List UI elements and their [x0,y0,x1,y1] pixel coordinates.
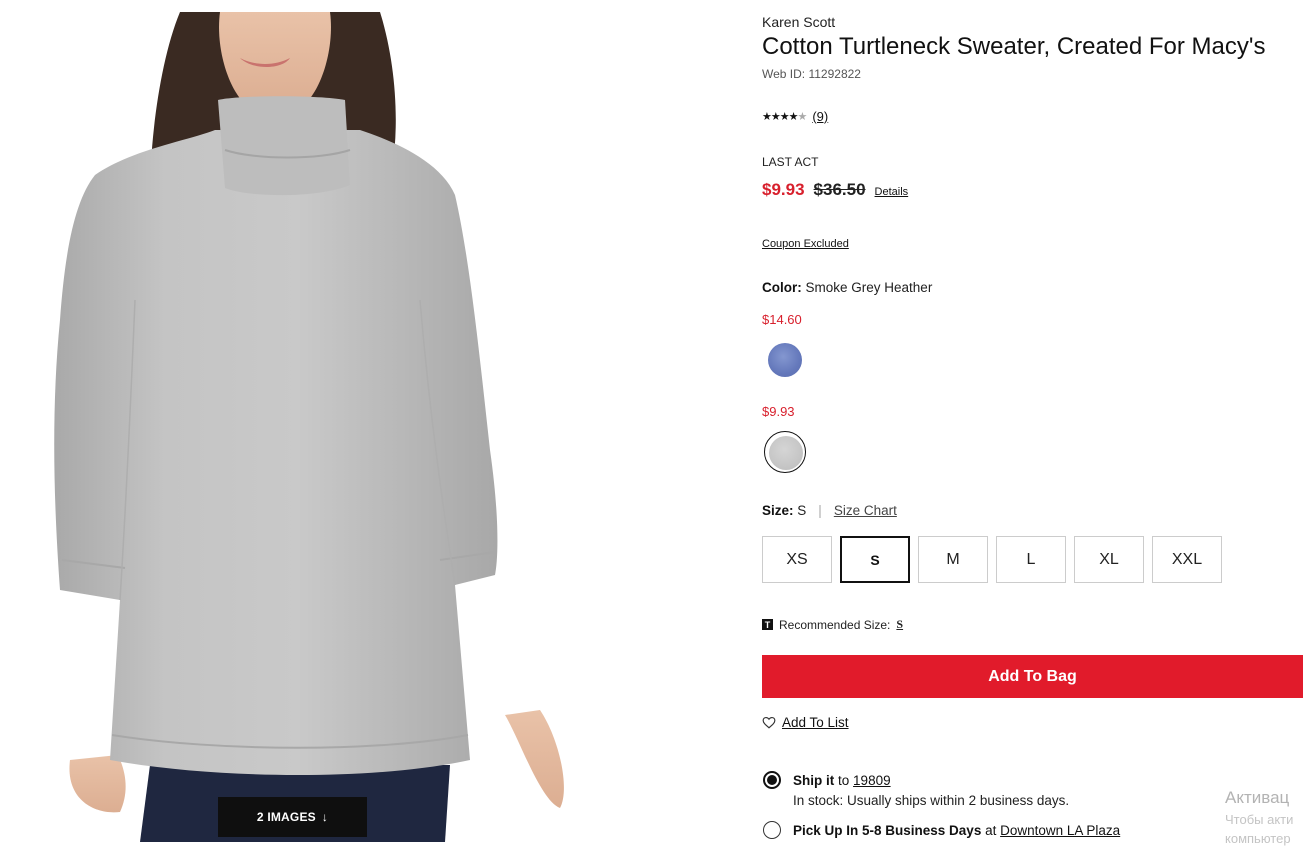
recommended-size-label: Recommended Size: [779,617,891,632]
activation-watermark-title: Активац [1225,788,1290,807]
color-swatch-grey[interactable] [769,436,803,470]
true-fit-icon: T [762,619,773,630]
size-selection-label: Size: S | Size Chart [762,503,897,518]
original-price: $36.50 [813,180,866,199]
web-id: Web ID: 11292822 [762,67,861,81]
view-images-button[interactable]: 2 IMAGES ↓ [218,797,367,837]
pickup-radio[interactable] [763,821,781,839]
size-chart-link[interactable]: Size Chart [834,503,897,518]
product-title: Cotton Turtleneck Sweater, Created For M… [762,33,1266,60]
swatch-price-blue: $14.60 [762,312,802,327]
size-label: Size: [762,503,794,518]
product-photo-illustration [54,12,564,842]
arrow-down-icon: ↓ [321,810,329,824]
size-option-m[interactable]: M [918,536,988,583]
size-options: XS S M L XL XXL [762,536,1222,583]
recommended-size: T Recommended Size: S [762,617,903,632]
size-option-s[interactable]: S [840,536,910,583]
ship-it-radio[interactable] [763,771,781,789]
pickup-label: Pick Up In 5-8 Business Days [793,823,982,838]
promo-badge: LAST ACT [762,155,819,169]
selected-color-name: Smoke Grey Heather [805,280,933,295]
activation-watermark-line: Чтобы акти [1225,812,1294,827]
ship-it-label: Ship it [793,773,835,788]
ship-it-option: Ship it to 19809 [793,773,891,788]
size-option-l[interactable]: L [996,536,1066,583]
ship-to-word: to [838,773,850,788]
activation-watermark-line: компьютер [1225,831,1291,846]
size-option-xl[interactable]: XL [1074,536,1144,583]
pickup-option: Pick Up In 5-8 Business Days at Downtown… [793,823,1120,838]
images-button-label: 2 IMAGES [256,810,316,824]
color-selection-label: Color: Smoke Grey Heather [762,280,932,295]
sale-price: $9.93 [762,180,805,199]
color-label: Color: [762,280,802,295]
review-count-link[interactable]: (9) [812,109,828,124]
heart-icon [762,716,776,729]
brand-name[interactable]: Karen Scott [762,14,835,30]
size-option-xs[interactable]: XS [762,536,832,583]
product-info-panel: Karen Scott Cotton Turtleneck Sweater, C… [762,0,1303,842]
add-to-bag-button[interactable]: Add To Bag [762,655,1303,698]
pickup-at-word: at [985,823,997,838]
product-image[interactable]: 2 IMAGES ↓ [0,0,700,842]
add-to-list-button[interactable]: Add To List [762,715,849,730]
price-details-link[interactable]: Details [875,186,909,198]
ship-zip-link[interactable]: 19809 [853,773,891,788]
rating-summary[interactable]: ★★★★★ (9) [762,109,828,124]
pickup-store-link[interactable]: Downtown LA Plaza [1000,823,1120,838]
star-rating-icon: ★★★★★ [762,111,807,123]
coupon-excluded-link[interactable]: Coupon Excluded [762,238,849,250]
selected-size: S [797,503,807,518]
color-swatch-blue[interactable] [768,343,802,377]
size-option-xxl[interactable]: XXL [1152,536,1222,583]
add-to-list-label: Add To List [782,715,849,730]
price-block: $9.93 $36.50 Details [762,180,908,200]
stock-status: In stock: Usually ships within 2 busines… [793,793,1070,808]
swatch-price-grey: $9.93 [762,404,795,419]
divider: | [818,503,822,518]
recommended-size-value[interactable]: S [896,617,903,632]
